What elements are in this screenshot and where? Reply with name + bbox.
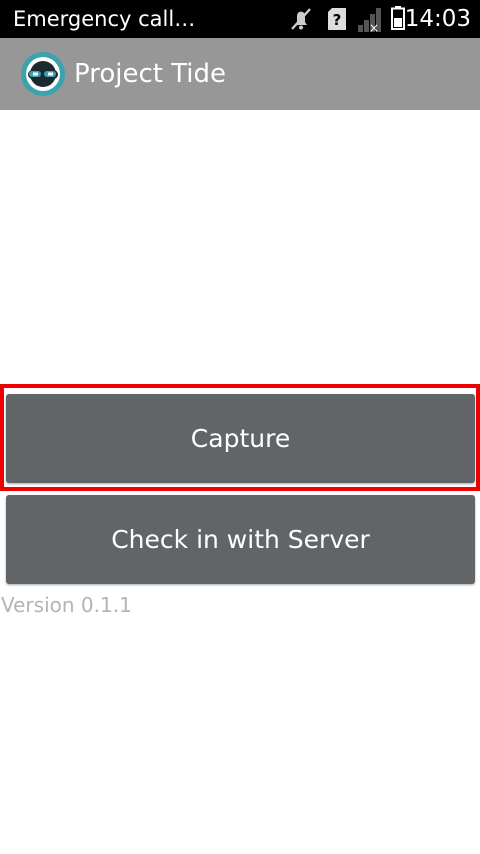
check-in-button[interactable]: Check in with Server <box>6 495 475 584</box>
project-tide-app-icon <box>21 52 65 96</box>
capture-button[interactable]: Capture <box>6 394 475 483</box>
muted-icon <box>291 8 311 30</box>
sim-unknown-icon: ? <box>328 8 346 30</box>
status-time: 14:03 <box>404 6 471 32</box>
signal-none-icon: × <box>358 8 381 33</box>
carrier-status-text: Emergency call… <box>13 7 196 31</box>
svg-text:?: ? <box>333 11 342 29</box>
version-text: Version 0.1.1 <box>1 593 132 617</box>
status-bar: Emergency call… ? × 14:03 <box>0 0 480 38</box>
svg-text:×: × <box>369 21 379 33</box>
app-title: Project Tide <box>74 59 227 89</box>
action-bar: Project Tide <box>0 38 480 110</box>
battery-icon <box>391 6 405 30</box>
